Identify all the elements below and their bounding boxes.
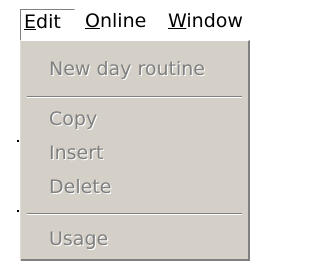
menu-item-usage[interactable]: Usage bbox=[49, 225, 108, 253]
edit-dropdown-menu: New day routine Copy Insert Delete Usage bbox=[20, 40, 250, 261]
menu-separator bbox=[27, 96, 242, 98]
edge-mark bbox=[17, 140, 19, 142]
menu-window[interactable]: Window bbox=[168, 9, 243, 35]
menu-bar: Edit Online Window bbox=[0, 0, 250, 40]
menu-item-copy[interactable]: Copy bbox=[49, 105, 97, 133]
menu-online[interactable]: Online bbox=[85, 9, 146, 35]
menu-separator bbox=[27, 213, 242, 215]
menu-online-hotkey: O bbox=[85, 10, 100, 32]
menu-edit[interactable]: Edit bbox=[20, 9, 75, 40]
menu-edit-hotkey: E bbox=[24, 11, 37, 33]
menu-item-new-day-routine[interactable]: New day routine bbox=[49, 55, 205, 83]
background-window-edge bbox=[0, 40, 20, 261]
menu-edit-label: dit bbox=[36, 11, 61, 33]
menu-window-label: indow bbox=[186, 10, 243, 32]
menu-window-hotkey: W bbox=[168, 10, 187, 32]
menu-item-insert[interactable]: Insert bbox=[49, 139, 104, 167]
menu-online-label: nline bbox=[99, 10, 147, 32]
menu-item-delete[interactable]: Delete bbox=[49, 173, 111, 201]
edge-mark bbox=[17, 210, 19, 212]
